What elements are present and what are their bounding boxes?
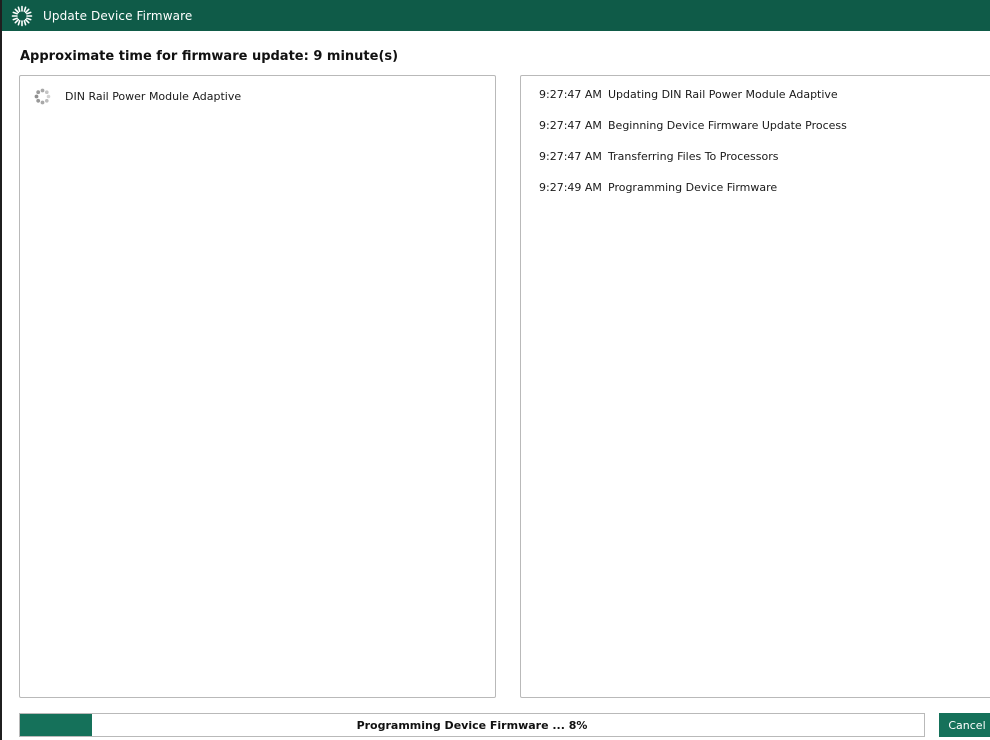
footer-bar: Programming Device Firmware ... 8% Cance… xyxy=(2,706,990,740)
log-message: Transferring Files To Processors xyxy=(608,150,779,163)
log-entry: 9:27:47 AM Beginning Device Firmware Upda… xyxy=(539,119,847,150)
device-row[interactable]: DIN Rail Power Module Adaptive xyxy=(34,87,241,105)
title-bar: Update Device Firmware xyxy=(2,0,990,31)
log-message: Programming Device Firmware xyxy=(608,181,778,194)
spinner-burst-icon xyxy=(11,5,33,27)
cancel-button[interactable]: Cancel xyxy=(939,713,990,737)
progress-label: Programming Device Firmware ... 8% xyxy=(356,718,588,732)
firmware-update-window: Update Device Firmware Approximate time … xyxy=(0,0,990,740)
log-time: 9:27:49 AM xyxy=(539,181,602,194)
time-estimate: Approximate time for firmware update: 9 … xyxy=(20,49,399,64)
log-time: 9:27:47 AM xyxy=(539,88,602,101)
log-message: Beginning Device Firmware Update Process xyxy=(608,119,847,132)
update-log-panel: 9:27:47 AM Updating DIN Rail Power Module… xyxy=(520,75,990,698)
device-name: DIN Rail Power Module Adaptive xyxy=(65,89,242,103)
log-time: 9:27:47 AM xyxy=(539,150,602,163)
device-list-panel: DIN Rail Power Module Adaptive xyxy=(19,75,496,698)
log-message: Updating DIN Rail Power Module Adaptive xyxy=(608,88,838,101)
log-entry: 9:27:47 AM Updating DIN Rail Power Module… xyxy=(539,88,847,119)
log-entry: 9:27:49 AM Programming Device Firmware xyxy=(539,181,847,212)
log-time: 9:27:47 AM xyxy=(539,119,602,132)
loading-spinner-icon xyxy=(34,88,51,105)
log-list: 9:27:47 AM Updating DIN Rail Power Module… xyxy=(539,88,847,212)
window-title: Update Device Firmware xyxy=(43,8,193,23)
progress-bar: Programming Device Firmware ... 8% xyxy=(19,713,925,737)
log-entry: 9:27:47 AM Transferring Files To Processo… xyxy=(539,150,847,181)
